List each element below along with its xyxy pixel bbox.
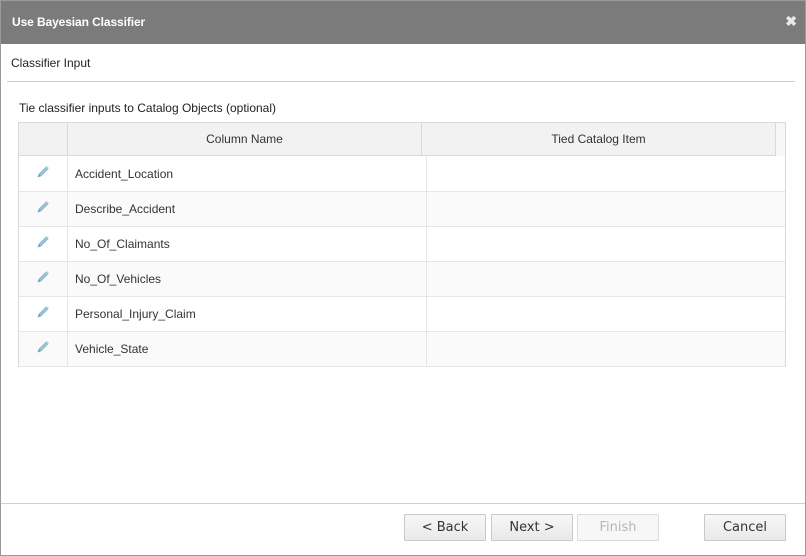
edit-cell[interactable] xyxy=(19,192,68,227)
pencil-icon[interactable] xyxy=(35,199,51,215)
column-name-cell: Personal_Injury_Claim xyxy=(68,297,427,332)
cancel-button[interactable]: Cancel xyxy=(704,514,786,541)
grid-header: Column Name Tied Catalog Item xyxy=(19,123,785,156)
pencil-icon[interactable] xyxy=(35,304,51,320)
table-row[interactable]: No_Of_Claimants xyxy=(19,227,785,262)
column-name-cell: Vehicle_State xyxy=(68,332,427,367)
pencil-icon[interactable] xyxy=(35,234,51,250)
column-name-cell: No_Of_Vehicles xyxy=(68,262,427,297)
input-grid: Column Name Tied Catalog Item Accident_L… xyxy=(18,122,786,367)
table-row[interactable]: No_Of_Vehicles xyxy=(19,262,785,297)
edit-cell[interactable] xyxy=(19,262,68,297)
pencil-icon[interactable] xyxy=(35,164,51,180)
tied-catalog-item-header[interactable]: Tied Catalog Item xyxy=(422,123,776,156)
tied-catalog-item-cell[interactable] xyxy=(427,332,785,367)
pencil-icon[interactable] xyxy=(35,339,51,355)
classifier-dialog: Use Bayesian Classifier ✖ Classifier Inp… xyxy=(0,0,806,556)
column-name-cell: Describe_Accident xyxy=(68,192,427,227)
instruction-text: Tie classifier inputs to Catalog Objects… xyxy=(19,101,277,115)
tied-catalog-item-cell[interactable] xyxy=(427,192,785,227)
edit-cell[interactable] xyxy=(19,297,68,332)
next-button[interactable]: Next > xyxy=(491,514,573,541)
column-name-cell: Accident_Location xyxy=(68,157,427,192)
tied-catalog-item-cell[interactable] xyxy=(427,227,785,262)
table-row[interactable]: Accident_Location xyxy=(19,157,785,192)
dialog-titlebar[interactable]: Use Bayesian Classifier ✖ xyxy=(1,1,805,44)
section-divider xyxy=(7,81,795,82)
column-name-header[interactable]: Column Name xyxy=(68,123,422,156)
dialog-title: Use Bayesian Classifier xyxy=(12,15,146,29)
edit-column-header xyxy=(19,123,68,156)
table-row[interactable]: Describe_Accident xyxy=(19,192,785,227)
footer-divider xyxy=(1,503,805,504)
edit-cell[interactable] xyxy=(19,332,68,367)
table-row[interactable]: Personal_Injury_Claim xyxy=(19,297,785,332)
edit-cell[interactable] xyxy=(19,157,68,192)
back-button[interactable]: < Back xyxy=(404,514,486,541)
header-scroll-gutter xyxy=(776,123,785,156)
close-icon[interactable]: ✖ xyxy=(785,13,797,29)
section-title: Classifier Input xyxy=(11,56,91,70)
finish-button[interactable]: Finish xyxy=(577,514,659,541)
tied-catalog-item-cell[interactable] xyxy=(427,297,785,332)
column-name-cell: No_Of_Claimants xyxy=(68,227,427,262)
table-row[interactable]: Vehicle_State xyxy=(19,332,785,367)
tied-catalog-item-cell[interactable] xyxy=(427,262,785,297)
edit-cell[interactable] xyxy=(19,227,68,262)
pencil-icon[interactable] xyxy=(35,269,51,285)
tied-catalog-item-cell[interactable] xyxy=(427,157,785,192)
